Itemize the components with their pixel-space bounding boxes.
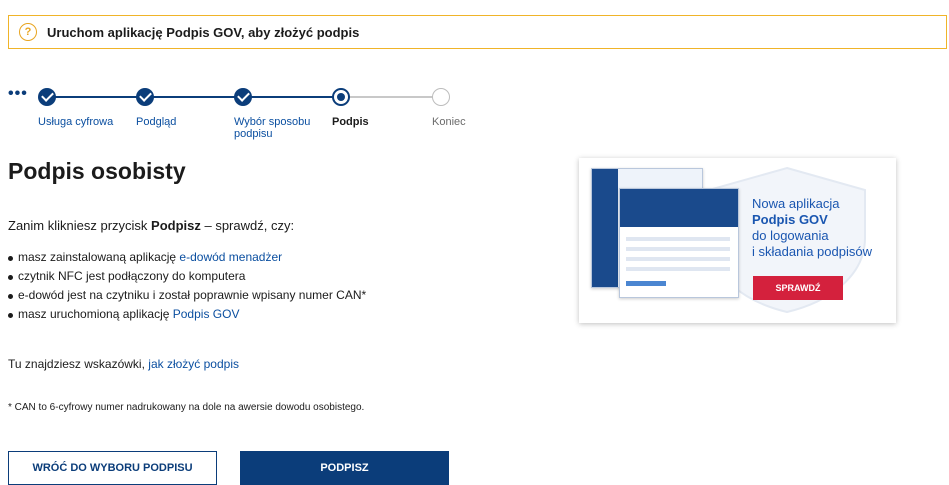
promo-text: Nowa aplikacja Podpis GOV do logowania i… bbox=[752, 196, 872, 259]
sign-button[interactable]: PODPISZ bbox=[240, 451, 449, 485]
progress-stepper: ••• Usługa cyfrowa Podgląd Wybór sposobu… bbox=[8, 86, 488, 146]
page-title: Podpis osobisty bbox=[8, 158, 186, 184]
hint-text: Tu znajdziesz wskazówki, jak złożyć podp… bbox=[8, 357, 239, 371]
step-1-check-icon bbox=[38, 88, 56, 106]
stepper-more-icon[interactable]: ••• bbox=[8, 86, 28, 102]
stepper-line bbox=[246, 96, 334, 98]
checklist-item: masz uruchomioną aplikację Podpis GOV bbox=[8, 305, 366, 324]
step-label-koniec: Koniec bbox=[432, 116, 466, 128]
app-screenshot-front bbox=[619, 188, 739, 298]
step-label-podglad[interactable]: Podgląd bbox=[136, 116, 176, 128]
checklist-item: masz zainstalowaną aplikację e-dowód men… bbox=[8, 248, 366, 267]
stepper-line bbox=[148, 96, 236, 98]
checklist-item: e-dowód jest na czytniku i został popraw… bbox=[8, 286, 366, 305]
step-label-usluga[interactable]: Usługa cyfrowa bbox=[38, 116, 113, 128]
promo-check-button[interactable]: SPRAWDŹ bbox=[753, 276, 843, 300]
step-5-empty-icon bbox=[432, 88, 450, 106]
can-footnote: * CAN to 6-cyfrowy numer nadrukowany na … bbox=[8, 402, 365, 413]
checklist: masz zainstalowaną aplikację e-dowód men… bbox=[8, 248, 366, 324]
checklist-item: czytnik NFC jest podłączony do komputera bbox=[8, 267, 366, 286]
edowod-link[interactable]: e-dowód menadżer bbox=[179, 250, 282, 264]
step-3-check-icon bbox=[234, 88, 252, 106]
how-to-sign-link[interactable]: jak złożyć podpis bbox=[148, 357, 239, 371]
alert-text: Uruchom aplikację Podpis GOV, aby złożyć… bbox=[47, 24, 360, 40]
podpis-gov-link[interactable]: Podpis GOV bbox=[173, 307, 240, 321]
step-label-wybor[interactable]: Wybór sposobu podpisu bbox=[234, 116, 329, 140]
stepper-line bbox=[344, 96, 434, 98]
alert-banner: ? Uruchom aplikację Podpis GOV, aby złoż… bbox=[8, 15, 947, 49]
step-label-podpis: Podpis bbox=[332, 116, 369, 128]
step-2-check-icon bbox=[136, 88, 154, 106]
intro-text: Zanim klikniesz przycisk Podpisz – spraw… bbox=[8, 218, 295, 233]
podpis-gov-promo-banner[interactable]: Nowa aplikacja Podpis GOV do logowania i… bbox=[579, 158, 896, 323]
back-to-signature-choice-button[interactable]: WRÓĆ DO WYBORU PODPISU bbox=[8, 451, 217, 485]
question-circle-icon: ? bbox=[19, 23, 37, 41]
stepper-line bbox=[48, 96, 138, 98]
step-4-current-icon bbox=[332, 88, 350, 106]
